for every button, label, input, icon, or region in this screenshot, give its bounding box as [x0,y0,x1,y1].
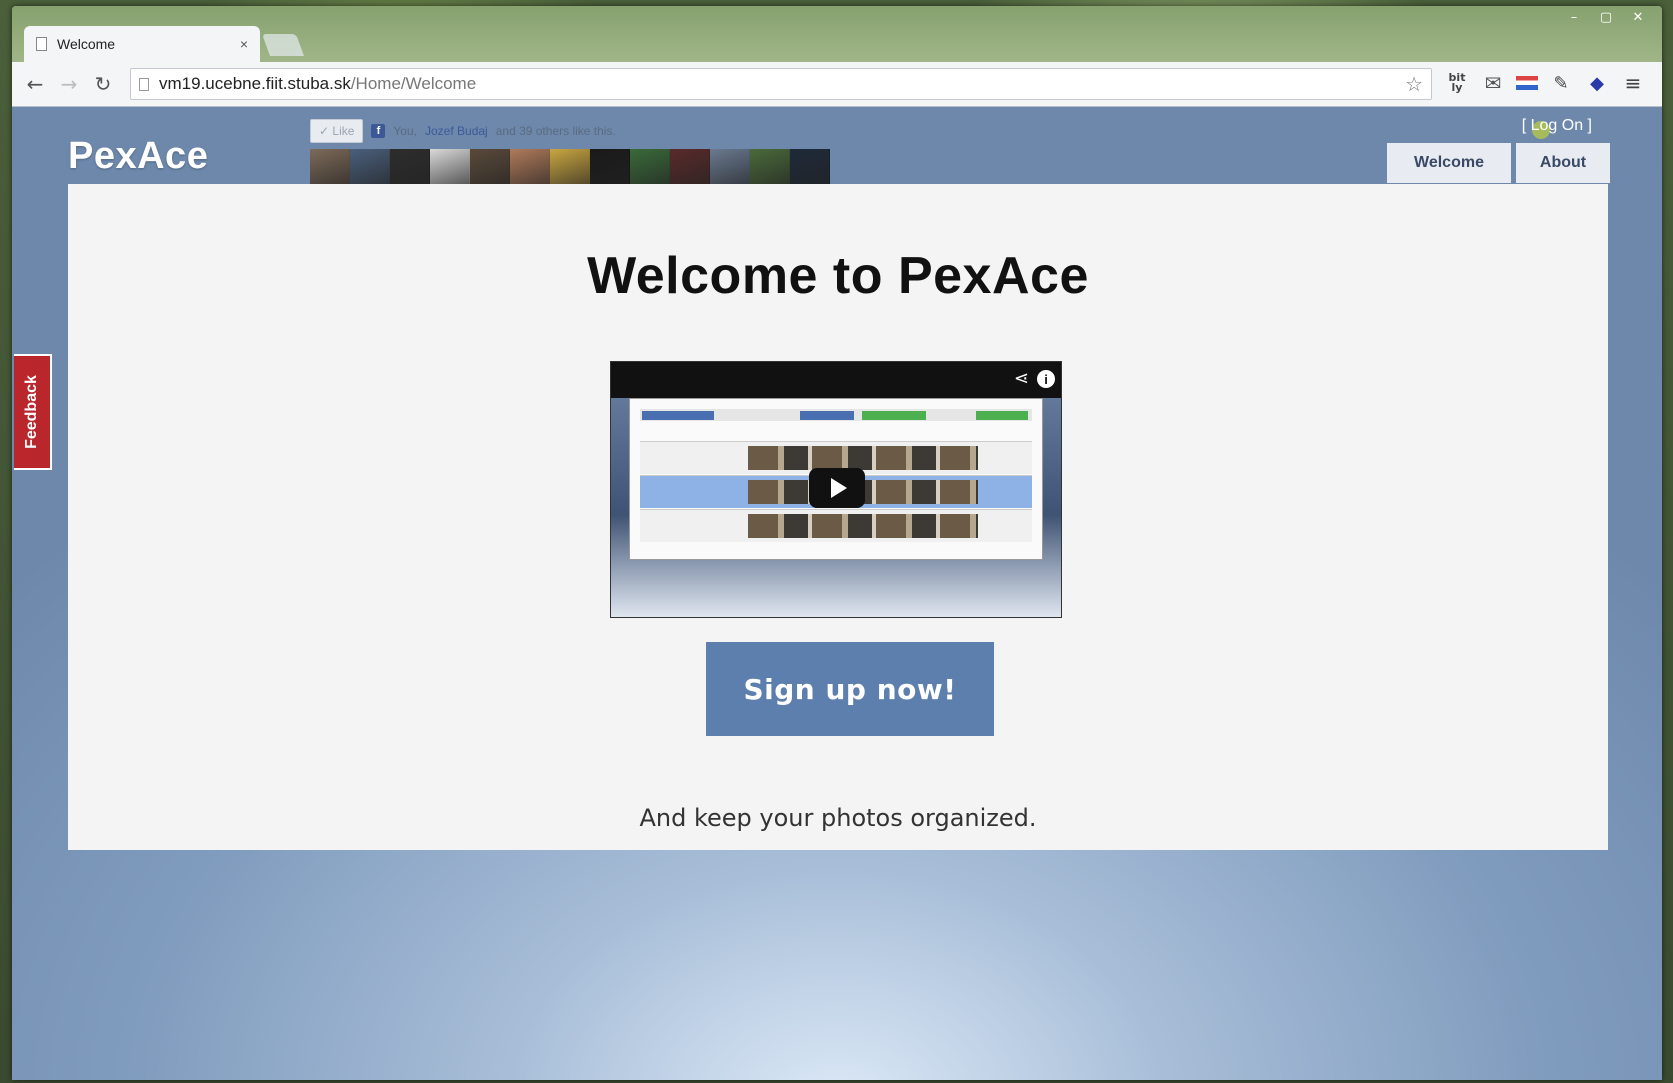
friend-avatar[interactable] [310,149,350,185]
thumb-button [862,411,926,420]
facebook-faces [310,149,830,185]
tab-title: Welcome [57,36,116,52]
thumb-images [748,514,978,538]
fb-others-text: and 39 others like this. [495,124,616,138]
new-tab-button[interactable] [261,34,305,56]
site-logo[interactable]: PexAce [68,135,208,178]
tool-extension-icon[interactable]: ✎ [1548,70,1574,96]
back-arrow-icon[interactable]: ← [18,67,52,101]
browser-toolbar: ← → ↻ vm19.ucebne.fiit.stuba.sk/Home/Wel… [12,62,1662,107]
fb-friend-link[interactable]: Jozef Budaj [425,124,488,138]
tab-close-icon[interactable]: × [240,36,248,52]
nav-welcome-tab[interactable]: Welcome [1387,143,1511,183]
minimize-button[interactable]: – [1560,8,1588,26]
url-path: /Home/Welcome [350,74,477,93]
feedback-tab[interactable]: Feedback [14,354,52,470]
thumb-button [976,411,1028,420]
sign-up-button[interactable]: Sign up now! [706,642,994,736]
browser-tab[interactable]: Welcome × [24,26,260,62]
browser-window: – ▢ ✕ Welcome × ← → ↻ vm19.ucebne.fiit.s… [12,6,1662,1080]
friend-avatar[interactable] [710,149,750,185]
main-content: Welcome to PexAce ⋖ i Sign up now! And k… [68,184,1608,850]
forward-arrow-icon[interactable]: → [52,67,86,101]
friend-avatar[interactable] [470,149,510,185]
page-viewport: Feedback PexAce ✓ Like f You, Jozef Buda… [12,107,1662,1080]
friend-avatar[interactable] [390,149,430,185]
tagline: And keep your photos organized. [639,804,1037,832]
friend-avatar[interactable] [430,149,470,185]
page-title: Welcome to PexAce [587,247,1089,305]
reload-icon[interactable]: ↻ [86,67,120,101]
thumb-images [748,446,978,470]
fb-you-text: You, [393,124,417,138]
facebook-like-bar: ✓ Like f You, Jozef Budaj and 39 others … [310,119,616,143]
close-window-button[interactable]: ✕ [1624,8,1652,26]
thumb-button [800,411,854,420]
feedback-label: Feedback [23,375,40,449]
thumb-row [640,509,1032,542]
window-controls: – ▢ ✕ [1560,8,1652,26]
friend-avatar[interactable] [350,149,390,185]
page-icon [139,77,149,91]
friend-avatar[interactable] [670,149,710,185]
flag-extension-icon[interactable] [1516,76,1538,90]
log-on-link[interactable]: [ Log On ] [1522,117,1592,135]
mail-extension-icon[interactable]: ✉ [1480,70,1506,96]
title-bar: – ▢ ✕ Welcome × [12,6,1662,62]
bitly-extension-icon[interactable]: bit ly [1444,70,1470,96]
info-icon[interactable]: i [1037,370,1055,388]
friend-avatar[interactable] [550,149,590,185]
friend-avatar[interactable] [750,149,790,185]
extension-icons: bit ly ✉ ✎ ◆ ≡ [1444,70,1646,96]
url-host: vm19.ucebne.fiit.stuba.sk [159,74,351,93]
video-player[interactable]: ⋖ i [610,361,1062,618]
maximize-button[interactable]: ▢ [1592,8,1620,26]
thumb-button [642,411,714,420]
friend-avatar[interactable] [630,149,670,185]
play-button-icon[interactable] [809,468,865,508]
address-bar[interactable]: vm19.ucebne.fiit.stuba.sk/Home/Welcome ☆ [130,68,1432,100]
menu-icon[interactable]: ≡ [1620,70,1646,96]
main-nav: Welcome About [1387,143,1610,183]
friend-avatar[interactable] [510,149,550,185]
facebook-like-button[interactable]: ✓ Like [310,119,364,143]
facebook-icon: f [371,124,386,138]
share-icon[interactable]: ⋖ [1014,368,1029,389]
video-topbar [611,362,1061,398]
page-icon [36,37,47,51]
pdf-extension-icon[interactable]: ◆ [1584,70,1610,96]
bookmark-star-icon[interactable]: ☆ [1405,72,1423,97]
nav-about-tab[interactable]: About [1516,143,1610,183]
friend-avatar[interactable] [790,149,830,185]
friend-avatar[interactable] [590,149,630,185]
